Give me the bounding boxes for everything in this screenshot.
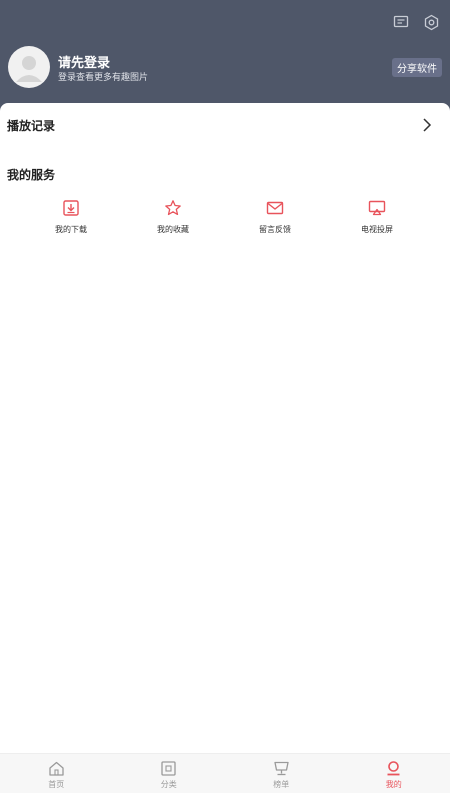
download-icon <box>61 198 81 218</box>
service-label: 电视投屏 <box>361 225 393 234</box>
service-label: 我的收藏 <box>157 225 189 234</box>
tab-ranking[interactable]: 榜单 <box>225 754 338 793</box>
profile-header: 请先登录 登录查看更多有趣图片 分享软件 <box>0 0 450 112</box>
service-label: 留言反馈 <box>259 225 291 234</box>
services-grid: 我的下载 我的收藏 留言反馈 电视投屏 <box>0 198 450 235</box>
service-feedback[interactable]: 留言反馈 <box>224 198 326 235</box>
tab-label: 分类 <box>160 780 177 789</box>
category-icon <box>160 759 178 777</box>
tab-label: 我的 <box>385 780 402 789</box>
bottom-tab-bar: 首页 分类 榜单 我的 <box>0 753 450 793</box>
play-history-label: 播放记录 <box>7 118 56 133</box>
services-title: 我的服务 <box>7 168 56 182</box>
login-title[interactable]: 请先登录 <box>58 52 110 71</box>
cast-icon <box>367 198 387 218</box>
service-download[interactable]: 我的下载 <box>20 198 122 235</box>
tab-profile[interactable]: 我的 <box>338 754 450 793</box>
tab-label: 首页 <box>48 780 65 789</box>
service-cast[interactable]: 电视投屏 <box>326 198 428 235</box>
tab-home[interactable]: 首页 <box>0 754 113 793</box>
service-favorites[interactable]: 我的收藏 <box>122 198 224 235</box>
tab-label: 榜单 <box>273 780 290 789</box>
content-card: 播放记录 我的服务 我的下载 我的收藏 留言反馈 电视投屏 <box>0 103 450 793</box>
header-icons <box>392 13 440 31</box>
avatar[interactable] <box>8 46 50 88</box>
tab-category[interactable]: 分类 <box>113 754 226 793</box>
share-app-button[interactable]: 分享软件 <box>392 58 442 77</box>
home-icon <box>47 759 65 777</box>
play-history-row[interactable]: 播放记录 <box>0 103 450 147</box>
chevron-right-icon <box>420 117 434 133</box>
message-icon[interactable] <box>392 13 410 31</box>
ranking-icon <box>272 759 290 777</box>
service-label: 我的下载 <box>55 225 87 234</box>
login-subtitle: 登录查看更多有趣图片 <box>58 73 149 83</box>
profile-icon <box>385 759 403 777</box>
star-icon <box>163 198 183 218</box>
mail-icon <box>265 198 285 218</box>
settings-icon[interactable] <box>422 13 440 31</box>
